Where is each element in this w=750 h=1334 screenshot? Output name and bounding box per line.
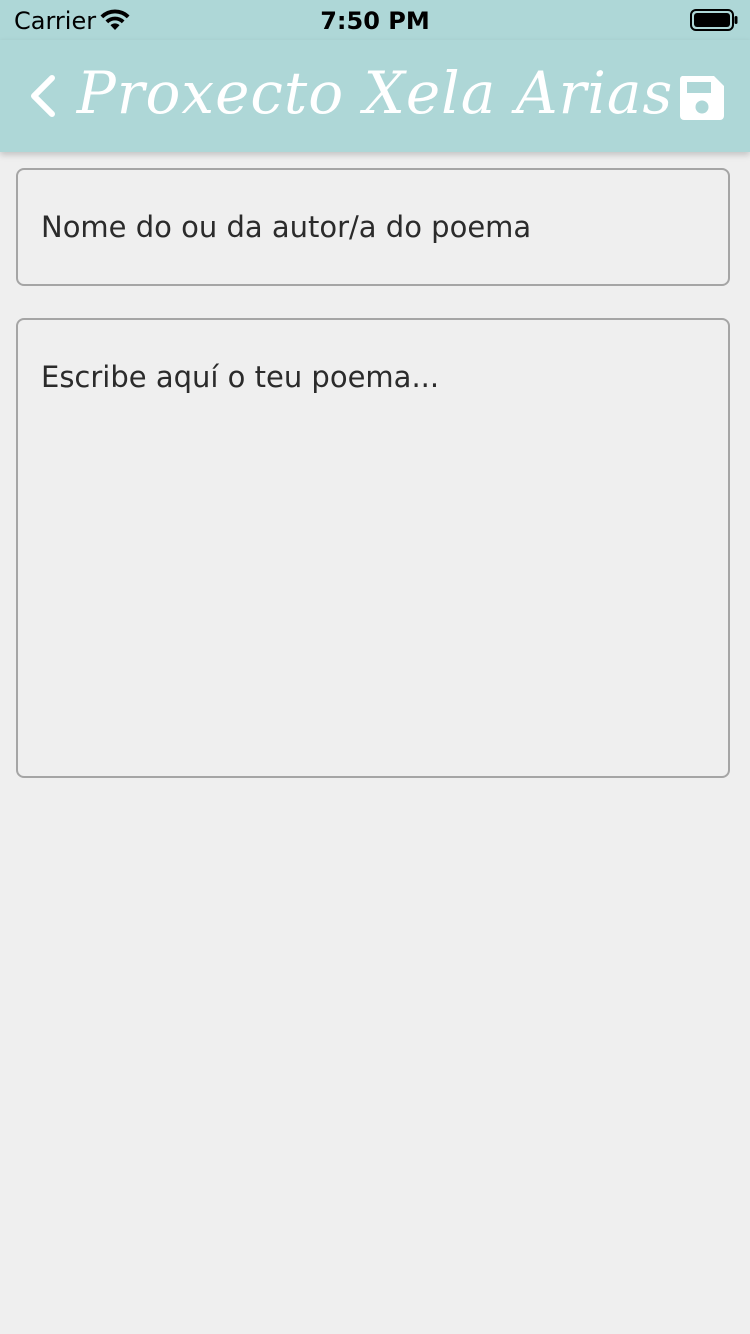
status-bar: Carrier 7:50 PM xyxy=(0,0,750,40)
poem-text-placeholder: Escribe aquí o teu poema... xyxy=(41,360,440,394)
app-title: Proxecto Xela Arias xyxy=(76,59,674,127)
author-name-placeholder: Nome do ou da autor/a do poema xyxy=(41,210,532,244)
author-name-field[interactable]: Nome do ou da autor/a do poema xyxy=(16,168,730,286)
save-button[interactable] xyxy=(676,72,728,124)
clock-time: 7:50 PM xyxy=(320,7,430,35)
floppy-disk-icon xyxy=(676,76,728,128)
poem-text-area[interactable]: Escribe aquí o teu poema... xyxy=(16,318,730,778)
app-bar: Proxecto Xela Arias xyxy=(0,40,750,152)
battery-icon xyxy=(690,9,738,31)
